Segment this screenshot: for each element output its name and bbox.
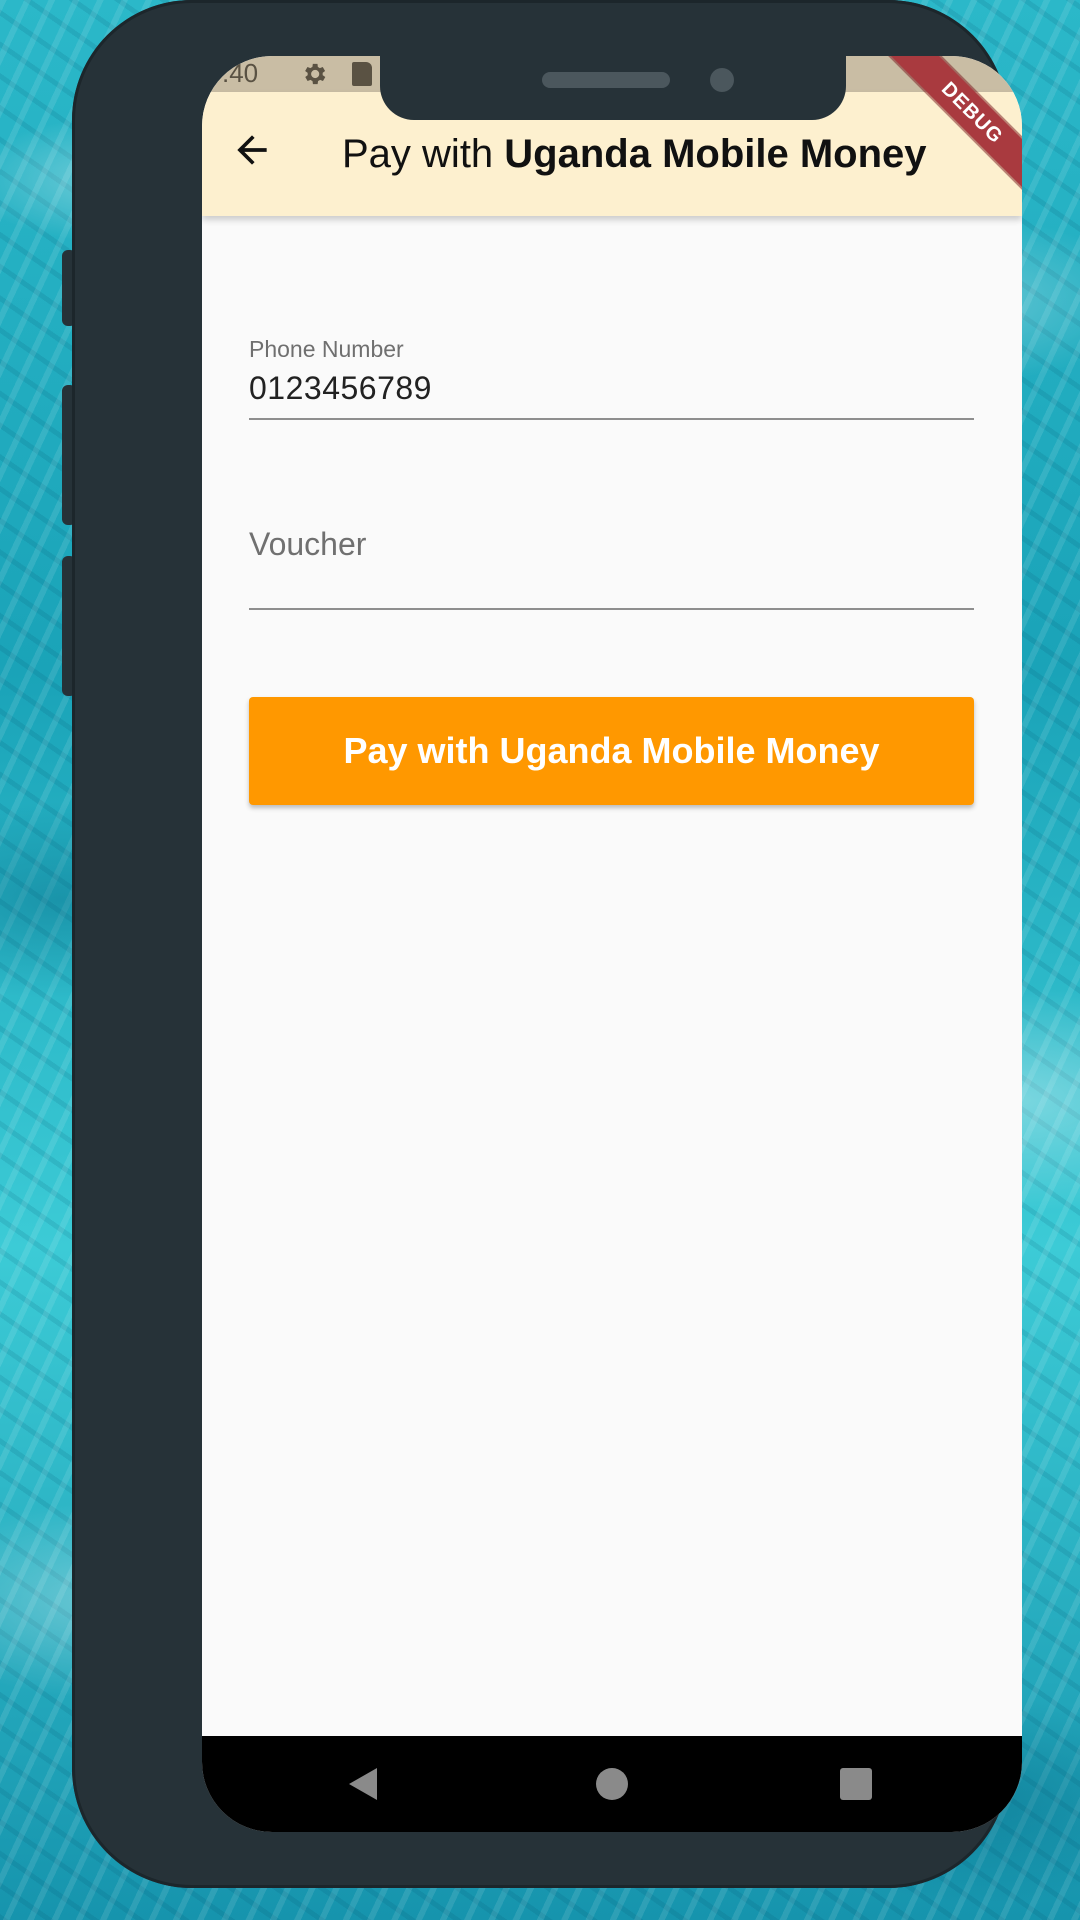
pay-button[interactable]: Pay with Uganda Mobile Money <box>249 697 974 805</box>
notch <box>380 56 846 120</box>
phone-number-underline <box>249 418 974 420</box>
status-time: :40 <box>222 58 259 88</box>
nav-bar <box>202 1736 1022 1832</box>
voucher-placeholder[interactable]: Voucher <box>249 526 366 563</box>
sd-card-icon <box>352 62 372 86</box>
title-prefix: Pay with <box>342 132 505 176</box>
nav-back-icon[interactable] <box>347 1766 379 1802</box>
front-camera <box>710 68 734 92</box>
phone-number-label: Phone Number <box>249 336 404 362</box>
voucher-field[interactable]: Voucher <box>249 526 974 686</box>
arrow-back-icon <box>237 135 267 165</box>
gear-icon <box>305 63 326 85</box>
page-title: Pay with Uganda Mobile Money <box>342 132 927 177</box>
device-frame: :40 Pay with Uganda Mobile Money DEBUG P… <box>72 0 1022 1888</box>
phone-number-value[interactable]: 0123456789 <box>249 370 432 407</box>
speaker <box>542 72 670 88</box>
back-button[interactable] <box>222 120 282 180</box>
voucher-underline <box>249 608 974 610</box>
title-bold: Uganda Mobile Money <box>504 132 927 176</box>
nav-recent-apps-icon[interactable] <box>840 1768 872 1800</box>
nav-home-icon[interactable] <box>596 1768 628 1800</box>
phone-number-field[interactable]: Phone Number 0123456789 <box>249 336 974 496</box>
screen: :40 Pay with Uganda Mobile Money DEBUG P… <box>202 56 1022 1832</box>
